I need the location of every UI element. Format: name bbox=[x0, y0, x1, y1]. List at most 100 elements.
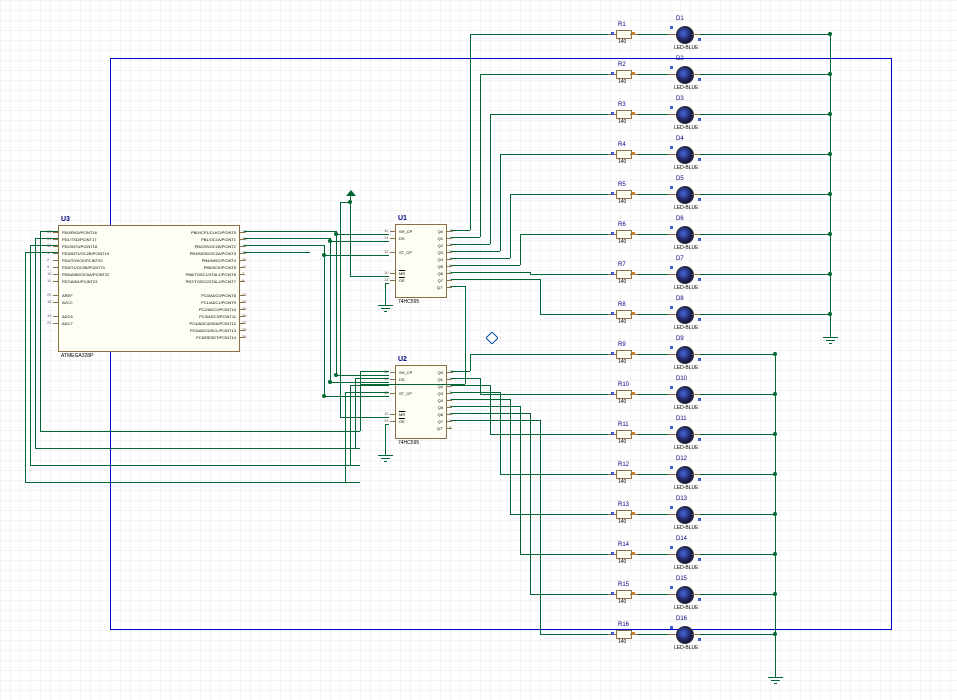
resistor-r2[interactable]: R2140 bbox=[608, 70, 638, 78]
pin-label: DS bbox=[399, 236, 405, 241]
pin-label: PD3/INT1/OC2B/PCINT19 bbox=[62, 251, 109, 256]
pin-stub bbox=[53, 316, 59, 317]
pin-stub bbox=[446, 428, 452, 429]
resistor-r12[interactable]: R12140 bbox=[608, 470, 638, 478]
pin-stub bbox=[446, 245, 452, 246]
pin-stub bbox=[53, 302, 59, 303]
u1-part: 74HC595 bbox=[398, 299, 419, 305]
pin-stub bbox=[53, 267, 59, 268]
pin-stub bbox=[446, 407, 452, 408]
pin-stub bbox=[53, 295, 59, 296]
pin-label: PD2/INT0/PCINT18 bbox=[62, 244, 97, 249]
pin-label: PB0/ICP1/CLKO/PCINT0 bbox=[191, 230, 236, 235]
pin-stub bbox=[446, 273, 452, 274]
pin-stub bbox=[239, 239, 245, 240]
resistor-r13[interactable]: R13140 bbox=[608, 510, 638, 518]
pin-label: PB6/TOSC1/XTAL1/PCINT6 bbox=[186, 272, 236, 277]
resistor-r8[interactable]: R8140 bbox=[608, 310, 638, 318]
resistor-r16[interactable]: R16140 bbox=[608, 630, 638, 638]
pin-num: 2 bbox=[47, 257, 49, 262]
pin-label: Q5 bbox=[438, 264, 443, 269]
pin-stub bbox=[446, 372, 452, 373]
pin-stub bbox=[53, 281, 59, 282]
resistor-r1[interactable]: R1140 bbox=[608, 30, 638, 38]
pin-stub bbox=[446, 379, 452, 380]
pin-label: PC6/RESET/PCINT14 bbox=[196, 335, 236, 340]
gnd-u1 bbox=[378, 300, 392, 312]
pin-stub bbox=[239, 316, 245, 317]
pin-label: PC1/ADC1/PCINT9 bbox=[201, 300, 236, 305]
resistor-r5[interactable]: R5140 bbox=[608, 190, 638, 198]
pin-stub bbox=[446, 421, 452, 422]
pin-num: 9 bbox=[47, 264, 49, 269]
schematic-canvas[interactable]: U3 ATMEGA328P PD0/RXD/PCINT1630PD1/TXD/P… bbox=[0, 0, 957, 700]
pin-stub bbox=[239, 337, 245, 338]
pin-label: SH_CP bbox=[399, 229, 412, 234]
component-u3[interactable]: U3 ATMEGA328P PD0/RXD/PCINT1630PD1/TXD/P… bbox=[58, 225, 240, 352]
pin-stub bbox=[390, 238, 396, 239]
pin-num: 13 bbox=[384, 277, 388, 282]
pin-stub bbox=[446, 386, 452, 387]
pin-num: 14 bbox=[384, 235, 388, 240]
resistor-r6[interactable]: R6140 bbox=[608, 230, 638, 238]
pin-label: PB3/MOSI/OC2A/PCINT3 bbox=[190, 251, 236, 256]
u2-part: 74HC595 bbox=[398, 440, 419, 446]
pin-label: Q0 bbox=[438, 370, 443, 375]
pin-label: Q7' bbox=[437, 285, 443, 290]
resistor-r9[interactable]: R9140 bbox=[608, 350, 638, 358]
pin-label: PB2/SS/OC1B/PCINT2 bbox=[195, 244, 236, 249]
pin-label: PC5/ADC5/SCL/PCINT13 bbox=[190, 328, 236, 333]
pin-num: 18 bbox=[47, 299, 51, 304]
pin-label: Q7' bbox=[437, 426, 443, 431]
pin-label: Q6 bbox=[438, 271, 443, 276]
pin-label: PD7/AIN1/PCINT23 bbox=[62, 279, 97, 284]
pin-stub bbox=[390, 231, 396, 232]
pin-stub bbox=[390, 280, 396, 281]
pin-stub bbox=[239, 302, 245, 303]
pin-num: 20 bbox=[47, 292, 51, 297]
pin-stub bbox=[239, 274, 245, 275]
pin-label: SH_CP bbox=[399, 370, 412, 375]
pin-stub bbox=[239, 232, 245, 233]
pin-stub bbox=[446, 252, 452, 253]
pin-label: DS bbox=[399, 377, 405, 382]
pin-num: 13 bbox=[384, 418, 388, 423]
pin-num: 19 bbox=[47, 313, 51, 318]
pin-label: AVCC bbox=[62, 300, 73, 305]
pin-stub bbox=[390, 273, 396, 274]
pin-num: 12 bbox=[384, 249, 388, 254]
pin-label: Q7 bbox=[438, 419, 443, 424]
resistor-r4[interactable]: R4140 bbox=[608, 150, 638, 158]
u3-part: ATMEGA328P bbox=[61, 353, 93, 359]
pin-stub bbox=[446, 280, 452, 281]
resistor-r10[interactable]: R10140 bbox=[608, 390, 638, 398]
pin-label: Q3 bbox=[438, 391, 443, 396]
resistor-r7[interactable]: R7140 bbox=[608, 270, 638, 278]
pin-label: OE bbox=[399, 278, 405, 283]
pin-num: 11 bbox=[47, 278, 51, 283]
pin-stub bbox=[446, 238, 452, 239]
pin-label: PD6/AIN0/OC0A/PCINT22 bbox=[62, 272, 109, 277]
pin-stub bbox=[53, 239, 59, 240]
pin-stub bbox=[53, 232, 59, 233]
pin-stub bbox=[390, 414, 396, 415]
pin-label: Q6 bbox=[438, 412, 443, 417]
pin-stub bbox=[446, 231, 452, 232]
component-u2[interactable]: U2 74HC595 SH_CP11DS14ST_CP12MR10OE13 Q0… bbox=[395, 365, 447, 439]
resistor-r11[interactable]: R11140 bbox=[608, 430, 638, 438]
pin-label: Q5 bbox=[438, 405, 443, 410]
resistor-r14[interactable]: R14140 bbox=[608, 550, 638, 558]
pin-stub bbox=[390, 393, 396, 394]
gnd-u2 bbox=[378, 450, 392, 462]
pin-stub bbox=[53, 260, 59, 261]
pin-label: ST_CP bbox=[399, 391, 412, 396]
resistor-r15[interactable]: R15140 bbox=[608, 590, 638, 598]
component-u1[interactable]: U1 74HC595 SH_CP11DS14ST_CP12MR10OE13 Q0… bbox=[395, 224, 447, 298]
pin-num: 22 bbox=[47, 320, 51, 325]
pin-stub bbox=[446, 266, 452, 267]
pin-num: 10 bbox=[47, 271, 51, 276]
resistor-r3[interactable]: R3140 bbox=[608, 110, 638, 118]
pin-stub bbox=[239, 281, 245, 282]
pin-label: Q1 bbox=[438, 377, 443, 382]
pin-label: PD4/T0/XCK/PCINT20 bbox=[62, 258, 102, 263]
